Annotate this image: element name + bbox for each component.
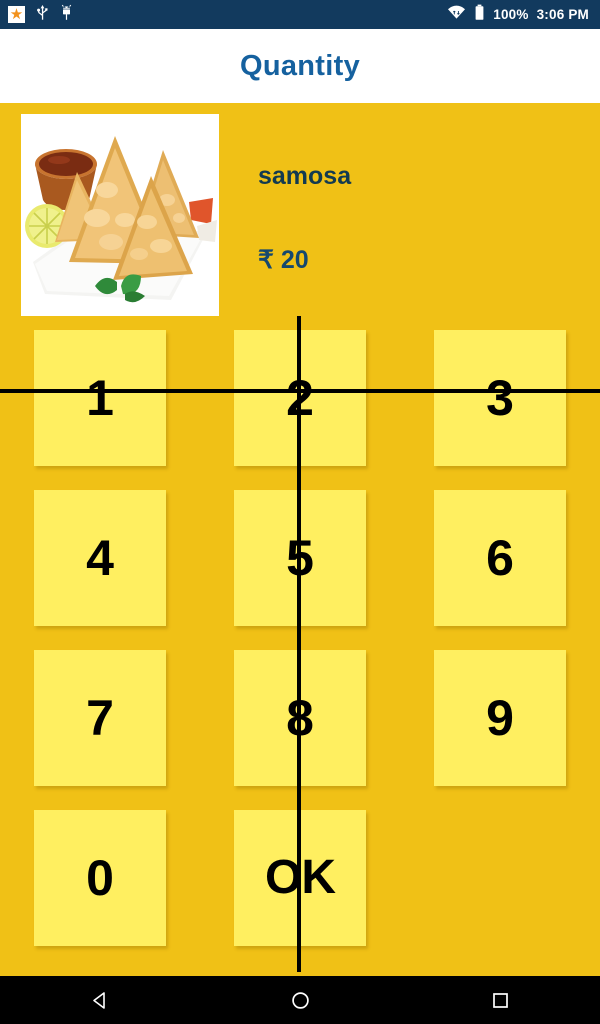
battery-icon bbox=[474, 4, 485, 26]
status-bar: ★ 100% 3:06 PM bbox=[0, 0, 600, 29]
status-bar-left-icons: ★ bbox=[0, 4, 73, 26]
status-bar-right-status: 100% 3:06 PM bbox=[447, 4, 600, 26]
key-1[interactable]: 1 bbox=[34, 330, 166, 466]
key-0[interactable]: 0 bbox=[34, 810, 166, 946]
product-summary: samosa ₹ 20 bbox=[0, 103, 600, 316]
key-6[interactable]: 6 bbox=[434, 490, 566, 626]
back-button-icon[interactable] bbox=[70, 976, 130, 1024]
clock-label: 3:06 PM bbox=[536, 7, 589, 22]
android-debug-icon bbox=[60, 4, 73, 26]
app-screen: ★ 100% 3:06 PM Quantity samosa ₹ 20 1 3 … bbox=[0, 0, 600, 1024]
page-title: Quantity bbox=[239, 49, 360, 82]
key-9[interactable]: 9 bbox=[434, 650, 566, 786]
wifi-icon bbox=[447, 5, 466, 25]
recents-button-icon[interactable] bbox=[470, 976, 530, 1024]
android-navigation-bar bbox=[0, 976, 600, 1024]
product-image bbox=[21, 114, 219, 316]
key-empty bbox=[434, 810, 566, 946]
app-title-bar: Quantity bbox=[0, 29, 600, 103]
key-7[interactable]: 7 bbox=[34, 650, 166, 786]
battery-percent-label: 100% bbox=[493, 7, 529, 22]
key-3[interactable]: 3 bbox=[434, 330, 566, 466]
product-name-label: samosa bbox=[258, 162, 352, 190]
usb-icon bbox=[36, 4, 49, 26]
key-4[interactable]: 4 bbox=[34, 490, 166, 626]
home-button-icon[interactable] bbox=[270, 976, 330, 1024]
crosshair-vertical-line bbox=[297, 316, 301, 972]
star-badge-icon: ★ bbox=[8, 6, 25, 23]
product-price-label: ₹ 20 bbox=[258, 246, 309, 274]
